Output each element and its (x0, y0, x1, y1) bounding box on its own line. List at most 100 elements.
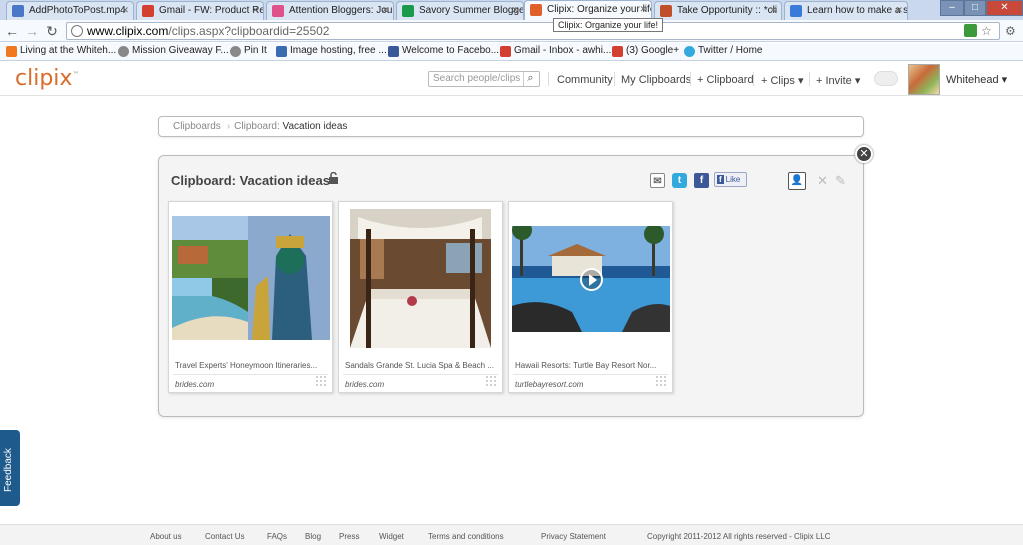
clip-caption[interactable]: Hawaii Resorts: Turtle Bay Resort Nor... (515, 361, 665, 370)
nav-community[interactable]: Community (557, 74, 613, 86)
tab-close-icon[interactable]: ✕ (769, 5, 777, 16)
footer-press-link[interactable]: Press (339, 532, 359, 541)
clip-source: brides.com (175, 380, 215, 389)
site-footer: About us Contact Us FAQs Blog Press Widg… (0, 524, 1023, 545)
email-share-icon[interactable]: ✉ (650, 173, 665, 188)
tab-close-icon[interactable]: ✕ (511, 5, 519, 16)
footer-widget-link[interactable]: Widget (379, 532, 404, 541)
spreadsheet-favicon-icon (402, 5, 414, 17)
clip-card[interactable]: Sandals Grande St. Lucia Spa & Beach ...… (338, 201, 503, 393)
divider (343, 374, 498, 375)
browser-tab[interactable]: Take Opportunity :: *cli ✕ (654, 1, 782, 20)
browser-tab[interactable]: AddPhotoToPost.mp4 ✕ (6, 1, 134, 20)
play-video-icon[interactable] (580, 268, 603, 291)
clip-thumbnail[interactable] (350, 209, 491, 348)
delete-icon[interactable]: ✕ (817, 173, 828, 189)
bookmark-item[interactable]: Gmail - Inbox - awhi... (500, 45, 612, 57)
tab-close-icon[interactable]: ✕ (895, 5, 903, 16)
clip-caption[interactable]: Travel Experts' Honeymoon Itineraries... (175, 361, 325, 370)
forward-arrow-icon[interactable]: → (24, 23, 40, 39)
search-input[interactable]: Search people/clips ⌕ (428, 71, 540, 87)
bookmark-label: Gmail - Inbox - awhi... (514, 45, 612, 56)
tab-title: Take Opportunity :: *cli (677, 5, 778, 16)
nav-divider (548, 72, 549, 86)
drag-handle-icon[interactable] (315, 375, 326, 386)
twitter-share-icon[interactable]: t (672, 173, 687, 188)
facebook-share-icon[interactable]: f (694, 173, 709, 188)
address-bar[interactable]: www.clipix.com/clips.aspx?clipboardid=25… (66, 22, 1000, 40)
edit-pencil-icon[interactable]: ✎ (835, 173, 846, 189)
footer-faqs-link[interactable]: FAQs (267, 532, 287, 541)
clip-thumbnail[interactable] (172, 216, 330, 340)
maximize-button[interactable]: □ (964, 0, 986, 16)
bookmark-label: Image hosting, free ... (290, 45, 387, 56)
footer-about-link[interactable]: About us (150, 532, 182, 541)
search-icon[interactable]: ⌕ (523, 72, 537, 86)
nav-add-clipboard[interactable]: + Clipboard (697, 74, 754, 86)
site-header: clipix™ Search people/clips ⌕ Community … (0, 62, 1023, 96)
resort-room-image (350, 209, 491, 348)
feedback-tab[interactable]: Feedback (0, 430, 20, 506)
bookmark-label: Twitter / Home (698, 45, 763, 56)
browser-tab[interactable]: Savory Summer Blogge ✕ (396, 1, 524, 20)
gmail-favicon-icon (142, 5, 154, 17)
clip-caption[interactable]: Sandals Grande St. Lucia Spa & Beach ... (345, 361, 495, 370)
clip-thumbnail[interactable] (512, 226, 670, 332)
footer-terms-link[interactable]: Terms and conditions (428, 532, 504, 541)
like-label: Like (725, 175, 741, 184)
bookmark-item[interactable]: Welcome to Facebo... (388, 45, 499, 57)
bookmark-item[interactable]: (3) Google+ (612, 45, 680, 57)
footer-contact-link[interactable]: Contact Us (205, 532, 245, 541)
close-panel-icon[interactable]: ✕ (855, 145, 873, 163)
clip-card[interactable]: Travel Experts' Honeymoon Itineraries...… (168, 201, 333, 393)
nav-invite[interactable]: + Invite ▾ (816, 74, 860, 87)
wrench-icon[interactable]: ⚙ (1005, 24, 1016, 38)
globe-icon (230, 46, 241, 57)
user-menu[interactable]: Whitehead ▾ (946, 73, 1007, 86)
breadcrumb-clipboards-link[interactable]: Clipboards (173, 121, 221, 132)
browser-tab[interactable]: Gmail - FW: Product Re ✕ (136, 1, 264, 20)
tab-title: Gmail - FW: Product Re (159, 5, 264, 16)
avatar[interactable] (908, 64, 940, 95)
bookmark-item[interactable]: Image hosting, free ... (276, 45, 387, 57)
browser-tab[interactable]: Attention Bloggers: Jou ✕ (266, 1, 394, 20)
video-favicon-icon (12, 5, 24, 17)
tab-close-icon[interactable]: ✕ (121, 5, 129, 16)
nav-divider (614, 72, 615, 86)
tab-close-icon[interactable]: ✕ (381, 5, 389, 16)
footer-privacy-link[interactable]: Privacy Statement (541, 532, 606, 541)
house-favicon-icon (660, 5, 672, 17)
facebook-like-button[interactable]: f Like (714, 172, 747, 187)
bookmark-item[interactable]: Living at the Whiteh... (6, 45, 116, 57)
url-path: /clips.aspx?clipboardid=25502 (168, 24, 330, 38)
toggle-switch[interactable] (874, 71, 898, 86)
nav-add-clips[interactable]: + Clips ▾ (761, 74, 804, 87)
nav-divider (809, 72, 810, 86)
minimize-button[interactable]: – (940, 0, 964, 16)
footer-blog-link[interactable]: Blog (305, 532, 321, 541)
footer-copyright: Copyright 2011-2012 All rights reserved … (647, 532, 831, 541)
image-icon (276, 46, 287, 57)
bookmark-item[interactable]: Pin It (230, 45, 267, 57)
gmail-icon (500, 46, 511, 57)
tab-title: Clipix: Organize your life (547, 4, 652, 15)
close-window-button[interactable]: ✕ (986, 0, 1023, 16)
clip-card[interactable]: Hawaii Resorts: Turtle Bay Resort Nor...… (508, 201, 673, 393)
facebook-icon (388, 46, 399, 57)
tab-close-icon[interactable]: ✕ (251, 5, 259, 16)
google-favicon-icon (790, 5, 802, 17)
tab-close-icon[interactable]: ✕ (639, 4, 647, 15)
extension-icon[interactable] (964, 24, 977, 37)
add-user-button[interactable]: 👤 (788, 172, 806, 190)
bookmark-item[interactable]: Mission Giveaway F... (118, 45, 229, 57)
drag-handle-icon[interactable] (655, 375, 666, 386)
clipix-logo[interactable]: clipix™ (15, 66, 79, 91)
bookmark-item[interactable]: Twitter / Home (684, 45, 763, 57)
star-icon[interactable]: ☆ (981, 24, 992, 38)
browser-tab[interactable]: Learn how to make a sc ✕ (784, 1, 908, 20)
reload-icon[interactable]: ↻ (44, 23, 60, 39)
nav-my-clipboards[interactable]: My Clipboards (621, 74, 691, 86)
drag-handle-icon[interactable] (485, 375, 496, 386)
back-arrow-icon[interactable]: ← (4, 23, 20, 39)
bookmark-label: (3) Google+ (626, 45, 680, 56)
